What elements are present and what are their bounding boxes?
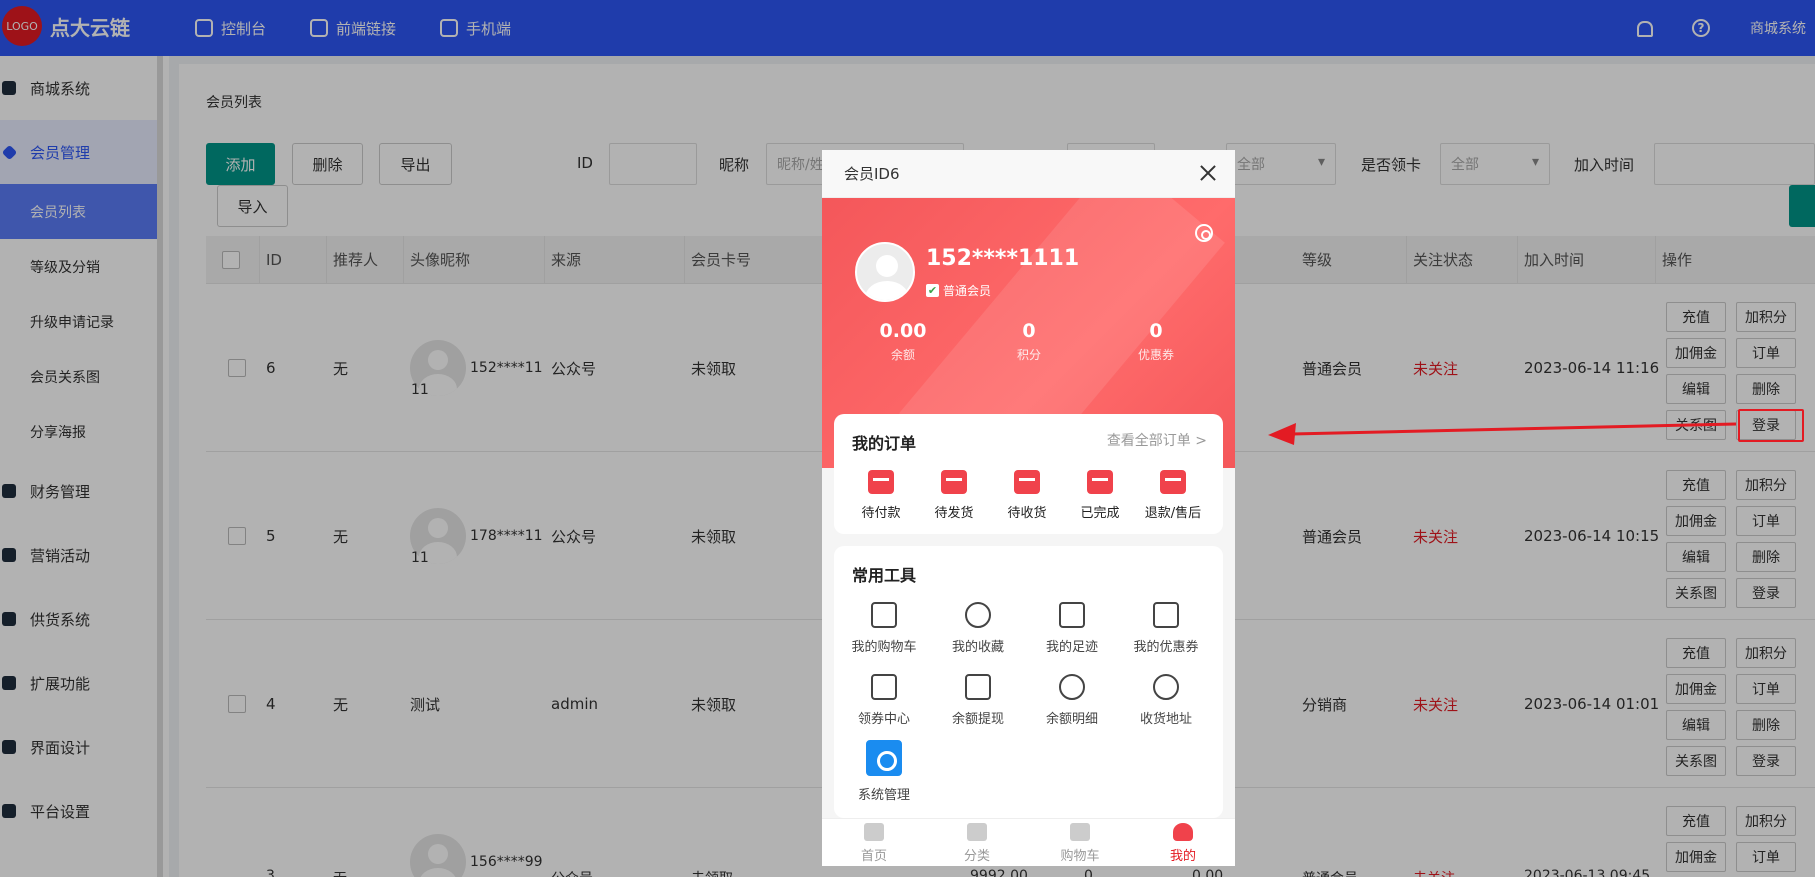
tool-footprint[interactable]: 我的足迹 [1027,602,1117,655]
cart-icon [871,602,897,628]
stat-points[interactable]: 0 积分 [984,320,1074,363]
withdraw-icon [965,674,991,700]
order-label: 待收货 [1007,506,1047,521]
order-pending-receipt[interactable]: 待收货 [992,470,1062,521]
stat-label: 余额 [890,348,915,362]
annotation-arrow [1268,422,1737,445]
tool-label: 我的购物车 [851,640,917,655]
wallet-icon [868,470,894,494]
location-pin-icon [1153,674,1179,700]
pie-chart-icon [1059,674,1085,700]
tab-label: 购物车 [1060,849,1100,864]
tool-my-coupons[interactable]: 我的优惠券 [1121,602,1211,655]
tool-coupon-center[interactable]: 领券中心 [839,674,929,727]
tool-favorites[interactable]: 我的收藏 [933,602,1023,655]
order-pending-payment[interactable]: 待付款 [846,470,916,521]
home-icon [864,823,884,841]
box-icon [941,470,967,494]
member-level-label: 普通会员 [943,284,992,298]
refund-icon [1160,470,1186,494]
modal-header: 会员ID6 [822,150,1235,198]
user-icon [1173,823,1193,841]
flag-icon [1059,602,1085,628]
stat-label: 积分 [1016,348,1041,362]
member-preview-modal: 会员ID6 152****1111 ✔ 普通会员 0.00 余额 0 积分 0 优惠券 … [822,150,1235,866]
tool-system-admin[interactable]: 系统管理 [839,740,929,803]
tool-label: 余额明细 [1045,712,1098,727]
close-icon[interactable] [1199,164,1217,182]
orders-title: 我的订单 [852,434,917,453]
order-label: 已完成 [1080,506,1120,521]
order-label: 待付款 [861,506,901,521]
tab-label: 分类 [963,849,990,864]
login-button-highlight [1738,409,1804,442]
stat-balance[interactable]: 0.00 余额 [858,320,948,363]
tab-mine[interactable]: 我的 [1133,823,1233,864]
tool-label: 我的足迹 [1045,640,1098,655]
clipboard-check-icon [1087,470,1113,494]
tab-label: 我的 [1169,849,1196,864]
tool-withdraw[interactable]: 余额提现 [933,674,1023,727]
truck-icon [1014,470,1040,494]
order-completed[interactable]: 已完成 [1065,470,1135,521]
stat-value: 0.00 [879,320,927,342]
gear-icon[interactable] [1195,224,1213,242]
stat-value: 0 [1149,320,1163,342]
view-all-orders-link[interactable]: 查看全部订单 > [1107,430,1207,450]
tools-title: 常用工具 [852,566,917,585]
diamond-icon [871,674,897,700]
my-orders-card: 我的订单 查看全部订单 > 待付款 待发货 待收货 已完成 退款/售后 [834,414,1223,534]
order-refund[interactable]: 退款/售后 [1138,470,1208,521]
stat-coupons[interactable]: 0 优惠券 [1111,320,1201,363]
order-pending-shipment[interactable]: 待发货 [919,470,989,521]
tab-category[interactable]: 分类 [927,823,1027,864]
order-label: 待发货 [934,506,974,521]
check-icon: ✔ [926,284,939,297]
avatar [855,242,915,302]
tool-label: 我的收藏 [951,640,1004,655]
stat-value: 0 [1022,320,1036,342]
tool-label: 系统管理 [857,788,910,803]
ticket-icon [1153,602,1179,628]
tab-label: 首页 [860,849,887,864]
tool-label: 我的优惠券 [1133,640,1199,655]
member-phone: 152****1111 [926,246,1080,271]
tool-address[interactable]: 收货地址 [1121,674,1211,727]
tool-label: 收货地址 [1139,712,1192,727]
member-level: ✔ 普通会员 [926,282,991,299]
system-admin-icon [866,740,902,776]
tool-balance-detail[interactable]: 余额明细 [1027,674,1117,727]
phone-preview: 152****1111 ✔ 普通会员 0.00 余额 0 积分 0 优惠券 我的订单 查… [822,198,1235,818]
order-label: 退款/售后 [1144,506,1202,521]
cart-icon [1070,823,1090,841]
tool-cart[interactable]: 我的购物车 [839,602,929,655]
tool-label: 余额提现 [951,712,1004,727]
stat-label: 优惠券 [1137,348,1174,362]
tab-home[interactable]: 首页 [824,823,924,864]
category-icon [967,823,987,841]
tab-cart[interactable]: 购物车 [1030,823,1130,864]
common-tools-card: 常用工具 我的购物车 我的收藏 我的足迹 我的优惠券 领券中心 余额提现 余额明… [834,546,1223,818]
tool-label: 领券中心 [857,712,910,727]
modal-title: 会员ID6 [844,165,900,183]
star-icon [965,602,991,628]
bottom-tab-bar: 首页 分类 购物车 我的 [822,818,1235,866]
